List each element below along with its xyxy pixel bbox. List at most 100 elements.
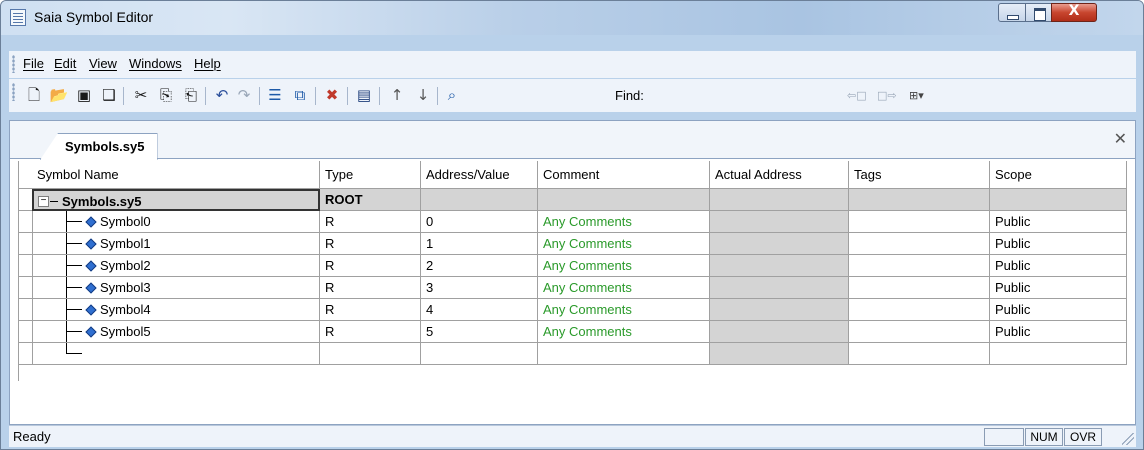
scope-cell[interactable]: Public <box>990 321 1127 343</box>
move-down-icon[interactable]: ↓ <box>413 85 433 105</box>
find-previous-icon[interactable]: ⇦□ <box>847 89 867 102</box>
root-address-cell[interactable] <box>421 189 538 211</box>
address-cell[interactable]: 3 <box>421 277 538 299</box>
symbol-name-cell[interactable]: Symbol0 <box>32 211 320 233</box>
type-cell[interactable]: R <box>320 299 421 321</box>
new-type-cell[interactable] <box>320 343 421 365</box>
save-all-icon[interactable]: ❑ <box>99 85 119 105</box>
root-comment-cell[interactable] <box>538 189 710 211</box>
type-cell[interactable]: R <box>320 277 421 299</box>
address-cell[interactable]: 2 <box>421 255 538 277</box>
find-icon[interactable]: ⌕ <box>442 85 462 105</box>
col-header-type[interactable]: Type <box>320 161 421 189</box>
symbol-name-cell[interactable]: Symbol2 <box>32 255 320 277</box>
symbol-name-cell[interactable]: Symbol3 <box>32 277 320 299</box>
root-scope-cell[interactable] <box>990 189 1127 211</box>
collapse-toggle[interactable]: − <box>38 196 49 207</box>
insert-row-icon[interactable]: ☰ <box>265 85 285 105</box>
save-icon[interactable]: ▣ <box>74 85 94 105</box>
new-tags-cell[interactable] <box>849 343 990 365</box>
actual-address-cell[interactable] <box>710 211 849 233</box>
new-scope-cell[interactable] <box>990 343 1127 365</box>
tab-symbols-file[interactable]: Symbols.sy5 <box>40 133 158 160</box>
col-header-tags[interactable]: Tags <box>849 161 990 189</box>
scope-cell[interactable]: Public <box>990 211 1127 233</box>
undo-icon[interactable]: ↶ <box>212 85 232 105</box>
table-row[interactable]: Symbol3 R 3 Any Comments Public <box>32 277 1127 299</box>
comment-cell[interactable]: Any Comments <box>538 299 710 321</box>
actual-address-cell[interactable] <box>710 233 849 255</box>
close-button[interactable] <box>1051 3 1097 22</box>
type-cell[interactable]: R <box>320 211 421 233</box>
properties-icon[interactable]: ▤ <box>354 85 374 105</box>
minimize-button[interactable] <box>998 3 1026 22</box>
address-cell[interactable]: 5 <box>421 321 538 343</box>
table-row[interactable]: Symbol5 R 5 Any Comments Public <box>32 321 1127 343</box>
scope-cell[interactable]: Public <box>990 277 1127 299</box>
root-tags-cell[interactable] <box>849 189 990 211</box>
close-tab-icon[interactable]: ✕ <box>1114 129 1127 148</box>
tags-cell[interactable] <box>849 255 990 277</box>
tags-cell[interactable] <box>849 321 990 343</box>
table-row[interactable]: Symbol2 R 2 Any Comments Public <box>32 255 1127 277</box>
actual-address-cell[interactable] <box>710 277 849 299</box>
scope-cell[interactable]: Public <box>990 233 1127 255</box>
new-icon[interactable]: 🗋 <box>24 85 44 105</box>
symbol-name-cell[interactable]: Symbol1 <box>32 233 320 255</box>
address-cell[interactable]: 4 <box>421 299 538 321</box>
new-symbol-name-cell[interactable] <box>32 343 320 365</box>
resize-grip[interactable] <box>1122 433 1134 445</box>
comment-cell[interactable]: Any Comments <box>538 233 710 255</box>
menu-file[interactable]: File <box>23 56 44 71</box>
table-row[interactable]: Symbol1 R 1 Any Comments Public <box>32 233 1127 255</box>
address-cell[interactable]: 0 <box>421 211 538 233</box>
table-row-new[interactable] <box>32 343 1127 365</box>
actual-address-cell[interactable] <box>710 255 849 277</box>
menu-windows[interactable]: Windows <box>129 56 182 71</box>
comment-cell[interactable]: Any Comments <box>538 255 710 277</box>
actual-address-cell[interactable] <box>710 299 849 321</box>
new-address-cell[interactable] <box>421 343 538 365</box>
tags-cell[interactable] <box>849 277 990 299</box>
expand-options-icon[interactable]: ⊞▾ <box>909 89 924 102</box>
delete-icon[interactable]: ✖ <box>322 85 342 105</box>
toolbar-grip[interactable] <box>12 83 15 101</box>
col-header-address[interactable]: Address/Value <box>421 161 538 189</box>
cut-icon[interactable]: ✂ <box>131 85 151 105</box>
type-cell[interactable]: R <box>320 255 421 277</box>
maximize-button[interactable] <box>1025 3 1052 22</box>
address-cell[interactable]: 1 <box>421 233 538 255</box>
comment-cell[interactable]: Any Comments <box>538 277 710 299</box>
comment-cell[interactable]: Any Comments <box>538 321 710 343</box>
new-actual-address-cell[interactable] <box>710 343 849 365</box>
type-cell[interactable]: R <box>320 233 421 255</box>
root-type-cell[interactable]: ROOT <box>320 189 421 211</box>
scope-cell[interactable]: Public <box>990 299 1127 321</box>
symbol-name-cell[interactable]: Symbol5 <box>32 321 320 343</box>
paste-icon[interactable]: ⎗ <box>181 85 201 105</box>
col-header-comment[interactable]: Comment <box>538 161 710 189</box>
table-row[interactable]: Symbol4 R 4 Any Comments Public <box>32 299 1127 321</box>
find-next-icon[interactable]: □⇨ <box>877 89 897 102</box>
menu-view[interactable]: View <box>89 56 117 71</box>
tags-cell[interactable] <box>849 299 990 321</box>
open-icon[interactable]: 📂 <box>49 85 69 105</box>
tags-cell[interactable] <box>849 211 990 233</box>
comment-cell[interactable]: Any Comments <box>538 211 710 233</box>
root-name-cell[interactable]: − Symbols.sy5 <box>32 189 320 211</box>
redo-icon[interactable]: ↷ <box>234 85 254 105</box>
move-up-icon[interactable]: ↑ <box>387 85 407 105</box>
copy-icon[interactable]: ⎘ <box>156 85 176 105</box>
root-actual-cell[interactable] <box>710 189 849 211</box>
col-header-symbol-name[interactable]: Symbol Name <box>32 161 320 189</box>
scope-cell[interactable]: Public <box>990 255 1127 277</box>
title-bar[interactable]: Saia Symbol Editor <box>1 1 1143 35</box>
table-row[interactable]: Symbol0 R 0 Any Comments Public <box>32 211 1127 233</box>
find-input[interactable] <box>655 85 831 106</box>
tags-cell[interactable] <box>849 233 990 255</box>
menubar-grip[interactable] <box>12 55 15 73</box>
new-comment-cell[interactable] <box>538 343 710 365</box>
table-row-root[interactable]: − Symbols.sy5 ROOT <box>32 189 1127 211</box>
actual-address-cell[interactable] <box>710 321 849 343</box>
menu-help[interactable]: Help <box>194 56 221 71</box>
